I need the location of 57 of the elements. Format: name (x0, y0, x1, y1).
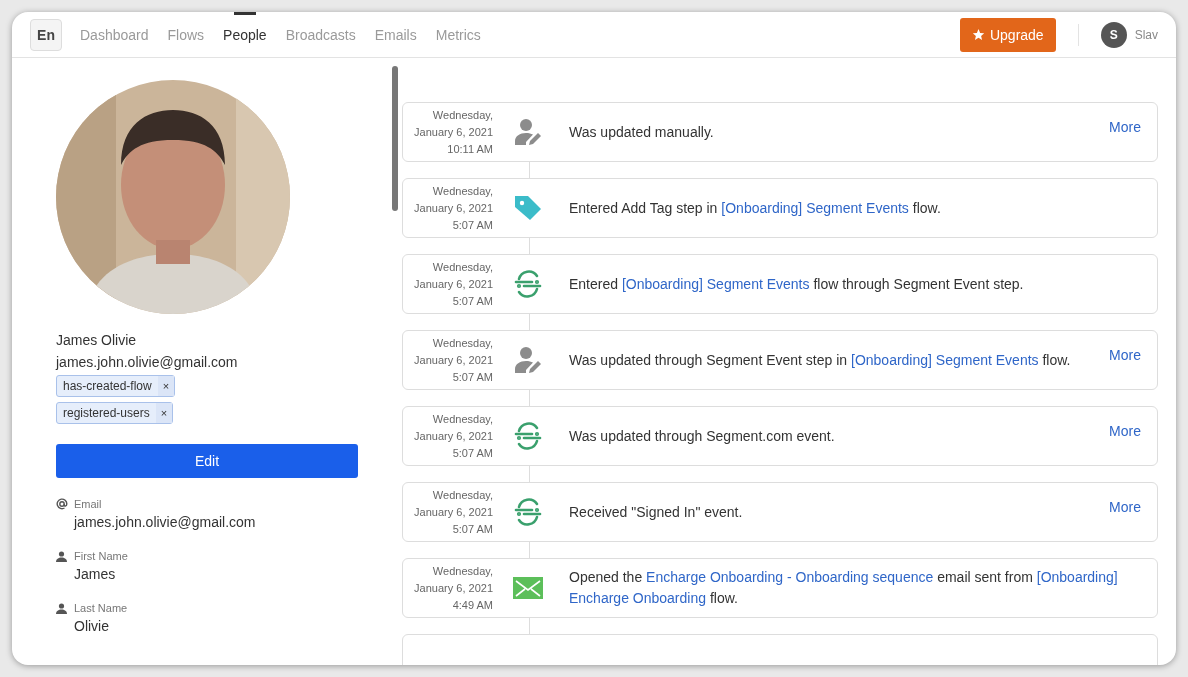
nav-tab[interactable]: People (223, 12, 267, 57)
flow-link[interactable]: Encharge Onboarding - Onboarding sequence (646, 569, 934, 585)
tag-label: registered-users (62, 405, 151, 422)
user-edit-icon (513, 117, 543, 147)
flow-link[interactable]: [Onboarding] Segment Events (851, 351, 1039, 368)
edit-button[interactable]: Edit (56, 444, 358, 478)
user-edit-icon (513, 345, 543, 375)
segment-icon (513, 269, 543, 299)
flow-link[interactable]: [Onboarding] (1036, 569, 1118, 585)
event-time: Wednesday, January 6, 2021 5:07 AM (413, 183, 493, 233)
user-avatar[interactable]: S (1100, 21, 1127, 48)
event-time: Wednesday, January 6, 2021 5:07 AM (413, 335, 493, 385)
remove-tag-button[interactable]: × (157, 376, 175, 396)
event-time: Wednesday, January 6, 2021 4:49 AM (413, 563, 493, 613)
field-value: Olivie (74, 618, 110, 634)
more-link[interactable]: More (1109, 347, 1141, 363)
language-button[interactable]: En (30, 18, 62, 51)
event-message: Opened the Encharge Onboarding - Onboarding sequence email sent from [Onboarding] Encharge Onboarding flow. (569, 568, 1119, 608)
person-icon (56, 602, 67, 614)
event-message: Was updated through Segment Event step in [Onboarding] Segment Events flow. (569, 350, 1072, 370)
more-link[interactable]: More (1109, 423, 1141, 439)
scrollbar-thumb[interactable] (392, 66, 398, 211)
event-time: Wednesday, January 6, 2021 10:11 AM (413, 107, 493, 157)
flow-link[interactable]: [Onboarding] Segment Events (721, 199, 909, 216)
event-message: Entered Add Tag step in [Onboarding] Segment Events flow. (569, 198, 942, 218)
field-value: James (74, 566, 117, 582)
tag-label: has-created-flow (62, 378, 153, 395)
tag-icon (513, 193, 543, 223)
event-message: Received "Signed In" event. (569, 502, 744, 522)
upgrade-button[interactable]: Upgrade (959, 17, 1056, 52)
event-time: Wednesday, January 6, 2021 5:07 AM (413, 259, 493, 309)
nav-tab[interactable]: Dashboard (80, 12, 149, 57)
event-message: Was updated through Segment.com event. (569, 426, 836, 446)
field-label: Last Name (74, 602, 129, 614)
segment-icon (513, 421, 543, 451)
flow-link[interactable]: Encharge Onboarding (569, 590, 706, 606)
event-time: Wednesday, January 6, 2021 5:07 AM (413, 487, 493, 537)
star-icon (971, 28, 985, 41)
nav-tab[interactable]: Metrics (435, 12, 481, 57)
remove-tag-button[interactable]: × (155, 403, 173, 423)
at-icon (56, 498, 68, 510)
event-message: Entered [Onboarding] Segment Events flow through Segment Event step. (569, 274, 1025, 294)
person-icon (56, 550, 67, 562)
nav-tab[interactable]: Flows (167, 12, 205, 57)
more-link[interactable]: More (1109, 499, 1141, 515)
event-time: Wednesday, January 6, 2021 5:07 AM (413, 411, 493, 461)
envelope-icon (513, 577, 543, 599)
field-value: james.john.olivie@gmail.com (74, 514, 257, 530)
flow-link[interactable]: [Onboarding] Segment Events (621, 275, 810, 292)
person-name: James Olivie (56, 332, 138, 348)
event-message: Was updated manually. (569, 122, 715, 142)
segment-icon (513, 497, 543, 527)
person-email: james.john.olivie@gmail.com (56, 354, 239, 370)
field-label: First Name (74, 550, 129, 562)
field-label: Email (74, 498, 103, 510)
more-link[interactable]: More (1109, 119, 1141, 135)
user-name: Slav (1134, 27, 1158, 42)
